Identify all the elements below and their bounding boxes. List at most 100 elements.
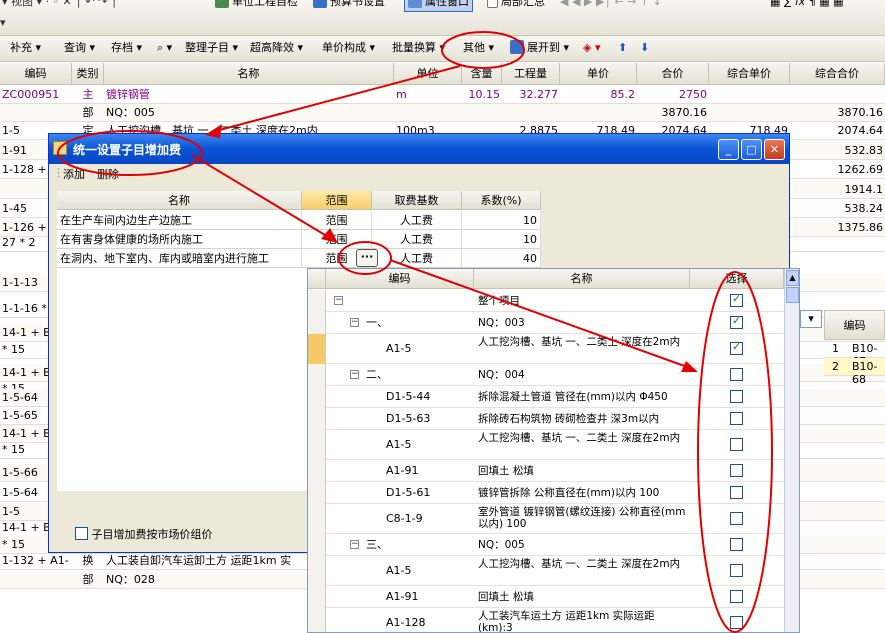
binoculars-icon[interactable]: ⌕ ▾ xyxy=(157,39,172,57)
scroll-thumb[interactable] xyxy=(786,287,799,303)
range-ellipsis-button[interactable]: ··· xyxy=(356,249,378,267)
tree-row[interactable]: C8-1-9 室外管道 镀锌钢管(螺纹连接) 公称直径(mm以内) 100 xyxy=(308,504,784,534)
select-checkbox[interactable] xyxy=(730,314,743,329)
checkbox-icon[interactable] xyxy=(75,527,88,540)
calc-icon[interactable]: ▦ ∑ fx ¶ ▦ ▦ xyxy=(770,0,843,11)
market-price-option[interactable]: 子目增加费按市场价组价 xyxy=(75,526,213,542)
popup-column-header[interactable]: 编码 xyxy=(326,269,474,289)
grid-column-header[interactable]: 综合单价 xyxy=(709,63,790,85)
tree-row[interactable]: − 整个项目 xyxy=(308,290,784,312)
collapse-icon[interactable]: − xyxy=(334,296,343,305)
table-cell[interactable]: 范围 xyxy=(302,230,372,249)
tree-row[interactable]: A1-91 回填土 松填 xyxy=(308,460,784,482)
tree-row[interactable]: A1-5 人工挖沟槽、基坑 一、二类土 深度在2m内 xyxy=(308,430,784,460)
add-button[interactable]: 添加 xyxy=(63,166,85,182)
table-cell: 85.2 xyxy=(610,88,636,101)
table-row[interactable]: 在有害身体健康的场所内施工 范围 人工费 10 xyxy=(57,230,541,249)
other-menu[interactable]: 其他 ▾ xyxy=(463,39,494,57)
tree-row[interactable]: A1-5 人工挖沟槽、基坑 一、二类土 深度在2m内 xyxy=(308,556,784,586)
tree-row[interactable]: − 一、 NQ：003 xyxy=(308,312,784,334)
dropdown-arrow-icon[interactable]: ▾ xyxy=(800,310,822,328)
dialog-column-header[interactable]: 取费基数 xyxy=(372,191,462,210)
dialog-column-header[interactable]: 系数(%) xyxy=(462,191,541,210)
minimize-icon[interactable]: _ xyxy=(718,139,739,160)
popup-column-header[interactable]: 名称 xyxy=(474,269,690,289)
select-checkbox[interactable] xyxy=(730,368,743,381)
grid-column-header[interactable]: 合价 xyxy=(637,63,709,85)
nav-arrows[interactable]: ◀ ◀ ▶ ▶│ ← → ↑ ↓ xyxy=(560,0,662,11)
grid-column-header[interactable]: 单价 xyxy=(560,63,637,85)
grid-column-header[interactable]: 工程量 xyxy=(502,63,560,85)
tree-row[interactable]: D1-5-63 拆除砖石构筑物 砖砌检查井 深3m以内 xyxy=(308,408,784,430)
close-icon[interactable]: ✕ xyxy=(764,139,785,160)
grid-column-header[interactable]: 综合合价 xyxy=(790,63,885,85)
move-down-icon[interactable]: ⬇ xyxy=(640,39,649,57)
supplement-menu[interactable]: 补充 ▾ xyxy=(10,39,41,57)
scroll-up-icon[interactable]: ▲ xyxy=(786,270,799,286)
grid-column-header[interactable]: 名称 xyxy=(104,63,394,85)
popup-column-header[interactable]: 选择 xyxy=(690,269,784,289)
organize-items-menu[interactable]: 整理子目 ▾ xyxy=(185,39,238,57)
select-checkbox[interactable] xyxy=(730,538,743,551)
select-checkbox[interactable] xyxy=(730,564,743,577)
table-cell[interactable]: 人工费 xyxy=(372,211,462,230)
dialog-column-header[interactable]: 名称 xyxy=(57,191,302,210)
select-checkbox[interactable] xyxy=(730,486,743,499)
maximize-icon[interactable]: □ xyxy=(741,139,762,160)
tree-code: D1-5-44 xyxy=(386,391,431,403)
height-reduction-menu[interactable]: 超高降效 ▾ xyxy=(250,39,303,57)
table-cell[interactable]: 40 xyxy=(462,249,541,268)
table-cell: 主 xyxy=(82,88,94,101)
table-cell[interactable]: 人工费 xyxy=(372,249,462,268)
select-checkbox[interactable] xyxy=(730,616,743,629)
table-row[interactable]: 在生产车间内边生产边施工 范围 人工费 10 xyxy=(57,211,541,230)
list-item[interactable]: 2 B10-68 xyxy=(824,358,885,386)
select-checkbox[interactable] xyxy=(730,512,743,525)
select-checkbox[interactable] xyxy=(730,390,743,403)
property-window-button[interactable]: 属性窗口 xyxy=(404,0,473,12)
tree-row[interactable]: A1-91 回填土 松填 xyxy=(308,586,784,608)
table-cell[interactable]: 人工费 xyxy=(372,230,462,249)
dialog-title-bar[interactable]: 统一设置子目增加费 _ □ ✕ xyxy=(49,134,789,164)
select-checkbox[interactable] xyxy=(730,464,743,477)
select-checkbox[interactable] xyxy=(730,292,743,307)
tree-row[interactable]: D1-5-44 拆除混凝土管道 管径在(mm)以内 Φ450 xyxy=(308,386,784,408)
grid-column-header[interactable]: 编码 xyxy=(0,63,72,85)
unit-price-menu[interactable]: 单价构成 ▾ xyxy=(322,39,375,57)
tree-row[interactable]: A1-128 人工装汽车运土方 运距1km 实际运距(km):3 xyxy=(308,608,784,632)
budget-settings-button[interactable]: 预算书设置 xyxy=(313,0,385,11)
table-cell[interactable]: 10 xyxy=(462,211,541,230)
expand-to-menu[interactable]: 展开到 ▾ xyxy=(510,39,569,57)
table-row[interactable]: ZC000951 主镀锌钢管 m 10.15 32.277 85.2 2750 xyxy=(0,86,885,104)
table-row[interactable]: 在洞内、地下室内、库内或暗室内进行施工 范围 人工费 40 xyxy=(57,249,541,268)
tree-row[interactable]: A1-5 人工挖沟槽、基坑 一、二类土 深度在2m内 xyxy=(308,334,784,364)
move-up-icon[interactable]: ⬆ xyxy=(618,39,627,57)
grid-column-header[interactable]: 类别 xyxy=(72,63,104,85)
collapse-icon[interactable]: − xyxy=(350,370,359,379)
batch-convert-menu[interactable]: 批量换算 ▾ xyxy=(392,39,445,57)
table-cell[interactable]: 10 xyxy=(462,230,541,249)
delete-button[interactable]: 删除 xyxy=(97,166,119,182)
list-item[interactable]: 1 B10-67 xyxy=(824,340,885,368)
table-row[interactable]: 部 NQ：005 3870.16 3870.16 xyxy=(0,104,885,122)
table-cell[interactable]: 范围 xyxy=(302,211,372,230)
select-checkbox[interactable] xyxy=(730,340,743,355)
popup-scrollbar[interactable]: ▲ xyxy=(784,269,799,632)
tree-row[interactable]: − 二、 NQ：004 xyxy=(308,364,784,386)
collapse-icon[interactable]: − xyxy=(350,318,359,327)
archive-menu[interactable]: 存档 ▾ xyxy=(111,39,142,57)
grid-column-header[interactable]: 单位 xyxy=(394,63,462,85)
dialog-column-header[interactable]: 范围 xyxy=(302,191,372,210)
self-check-button[interactable]: 单位工程自检 xyxy=(215,0,298,11)
collapse-icon[interactable]: − xyxy=(350,540,359,549)
paint-icon[interactable]: ◈ ▾ xyxy=(583,39,600,57)
select-checkbox[interactable] xyxy=(730,412,743,425)
query-menu[interactable]: 查询 ▾ xyxy=(64,39,95,57)
tree-row[interactable]: − 三、 NQ：005 xyxy=(308,534,784,556)
select-checkbox[interactable] xyxy=(730,590,743,603)
partial-summary-toggle[interactable]: 局部汇总 xyxy=(487,0,545,11)
grid-column-header[interactable]: 含量 xyxy=(462,63,502,85)
select-checkbox[interactable] xyxy=(730,438,743,451)
dialog-title: 统一设置子目增加费 xyxy=(73,143,182,157)
tree-row[interactable]: D1-5-61 镀锌管拆除 公称直径在(mm)以内 100 xyxy=(308,482,784,504)
